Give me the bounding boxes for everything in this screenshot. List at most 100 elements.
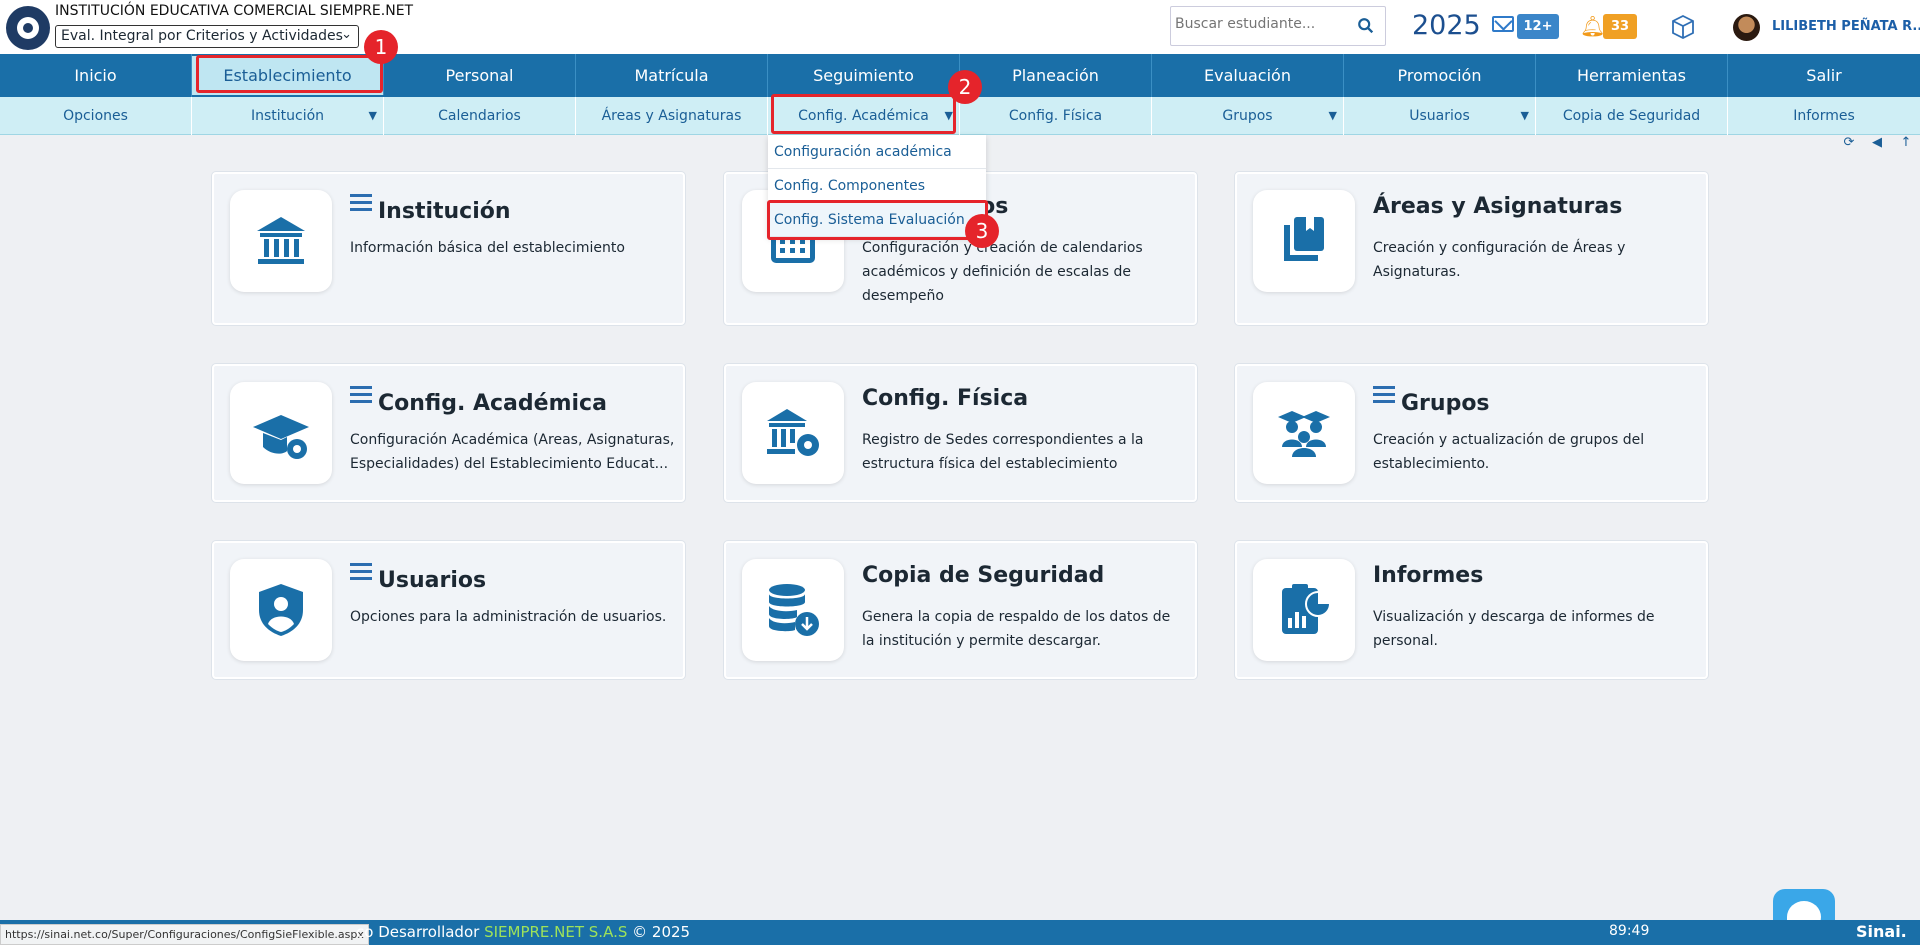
nav-seguimiento[interactable]: Seguimiento	[768, 54, 960, 97]
student-search	[1170, 6, 1386, 46]
caret-down-icon: ▼	[1520, 109, 1529, 122]
highlight-box-establecimiento	[196, 55, 383, 93]
subnav-label: Áreas y Asignaturas	[601, 108, 742, 124]
nav-herramientas[interactable]: Herramientas	[1536, 54, 1728, 97]
card-description: Configuración Académica (Areas, Asignatu…	[350, 432, 675, 472]
messages-badge[interactable]: 12+	[1517, 14, 1559, 39]
up-arrow-icon[interactable]: ↑	[1899, 136, 1913, 150]
nav-matricula[interactable]: Matrícula	[576, 54, 768, 97]
institution-name: INSTITUCIÓN EDUCATIVA COMERCIAL SIEMPRE.…	[55, 3, 414, 19]
card-config-fisica[interactable]: Config. Física Registro de Sedes corresp…	[724, 364, 1197, 502]
card-grupos[interactable]: Grupos Creación y actualización de grupo…	[1235, 364, 1708, 502]
subnav-grupos[interactable]: Grupos ▼	[1152, 97, 1344, 135]
session-timer: 89:49	[1609, 923, 1650, 939]
sinai-logo: Sinai.	[1856, 922, 1907, 941]
dropdown-item-configuracion-academica[interactable]: Configuración académica	[768, 135, 986, 169]
caret-down-icon: ▼	[1328, 109, 1337, 122]
card-areas-asignaturas[interactable]: Áreas y Asignaturas Creación y configura…	[1235, 172, 1708, 325]
developer-prefix: co Desarrollador	[356, 923, 480, 941]
card-title: Áreas y Asignaturas	[1373, 194, 1623, 219]
nav-inicio[interactable]: Inicio	[0, 54, 192, 97]
notifications-badge[interactable]: 33	[1603, 14, 1637, 39]
status-url: https://sinai.net.co/Super/Configuracion…	[0, 924, 369, 945]
card-title: Informes	[1373, 563, 1484, 588]
subnav-calendarios[interactable]: Calendarios	[384, 97, 576, 135]
books-icon	[1253, 190, 1355, 292]
menu-icon[interactable]	[350, 386, 372, 407]
subnav-label: Grupos	[1222, 108, 1273, 124]
refresh-icon[interactable]: ⟳	[1842, 136, 1856, 150]
subnav-label: Copia de Seguridad	[1562, 108, 1701, 124]
dropdown-item-config-componentes[interactable]: Config. Componentes	[768, 169, 986, 203]
card-title: Usuarios	[378, 568, 487, 593]
footer: https://sinai.net.co/Super/Configuracion…	[0, 920, 1920, 945]
nav-evaluacion[interactable]: Evaluación	[1152, 54, 1344, 97]
subnav-label: Usuarios	[1409, 108, 1470, 124]
subnav-label: Config. Física	[1008, 108, 1103, 124]
card-description: Creación y configuración de Áreas y Asig…	[1373, 240, 1626, 280]
top-header: INSTITUCIÓN EDUCATIVA COMERCIAL SIEMPRE.…	[0, 0, 1920, 54]
card-copia-seguridad[interactable]: Copia de Seguridad Genera la copia de re…	[724, 541, 1197, 679]
card-title: Grupos	[1401, 391, 1490, 416]
eval-mode-value: Eval. Integral por Criterios y Actividad…	[61, 28, 343, 44]
user-shield-icon	[230, 559, 332, 661]
card-title: Institución	[378, 199, 511, 224]
card-description: Registro de Sedes correspondientes a la …	[862, 432, 1144, 472]
nav-salir[interactable]: Salir	[1728, 54, 1920, 97]
card-title: Config. Académica	[378, 391, 607, 416]
nav-personal[interactable]: Personal	[384, 54, 576, 97]
card-description: Información básica del establecimiento	[350, 240, 625, 256]
students-group-icon	[1253, 382, 1355, 484]
subnav-informes[interactable]: Informes	[1728, 97, 1920, 135]
card-description: Opciones para la administración de usuar…	[350, 609, 667, 625]
eval-mode-select[interactable]: Eval. Integral por Criterios y Actividad…	[55, 25, 359, 48]
step-marker-1: 1	[364, 30, 398, 64]
card-description: Visualización y descarga de informes de …	[1373, 609, 1655, 649]
nav-promocion[interactable]: Promoción	[1344, 54, 1536, 97]
card-config-academica[interactable]: Config. Académica Configuración Académic…	[212, 364, 685, 502]
subnav-copia-seguridad[interactable]: Copia de Seguridad	[1536, 97, 1728, 135]
report-chart-icon	[1253, 559, 1355, 661]
chevron-down-icon: ⌄	[341, 27, 352, 42]
subnav-areas-asignaturas[interactable]: Áreas y Asignaturas	[576, 97, 768, 135]
highlight-box-config-sistema-evaluacion	[767, 200, 988, 240]
subnav-label: Institución	[250, 108, 325, 124]
subnav-config-fisica[interactable]: Config. Física	[960, 97, 1152, 135]
institution-logo-icon[interactable]	[6, 6, 50, 50]
school-year[interactable]: 2025	[1412, 10, 1481, 41]
menu-icon[interactable]	[350, 563, 372, 584]
card-title: Copia de Seguridad	[862, 563, 1105, 588]
cube-icon[interactable]	[1670, 14, 1696, 46]
card-usuarios[interactable]: Usuarios Opciones para la administración…	[212, 541, 685, 679]
avatar[interactable]	[1733, 14, 1760, 41]
card-description: Configuración y creación de calendarios …	[862, 240, 1143, 304]
step-marker-3: 3	[965, 214, 999, 248]
copyright: © 2025	[632, 923, 691, 941]
subnav-label: Opciones	[63, 108, 128, 124]
card-description: Creación y actualización de grupos del e…	[1373, 432, 1645, 472]
menu-icon[interactable]	[1373, 386, 1395, 407]
developer-brand[interactable]: SIEMPRE.NET S.A.S	[484, 923, 627, 941]
nav-planeacion[interactable]: Planeación	[960, 54, 1152, 97]
subnav-opciones[interactable]: Opciones	[0, 97, 192, 135]
card-institucion[interactable]: Institución Información básica del estab…	[212, 172, 685, 325]
menu-icon[interactable]	[350, 194, 372, 215]
card-title: Config. Física	[862, 386, 1029, 411]
institution-icon	[230, 190, 332, 292]
highlight-box-config-academica	[771, 94, 956, 134]
building-gear-icon	[742, 382, 844, 484]
bell-icon[interactable]: 🔔︎	[1580, 14, 1605, 38]
caret-down-icon: ▼	[368, 109, 377, 122]
search-icon[interactable]	[1357, 17, 1375, 35]
card-description: Genera la copia de respaldo de los datos…	[862, 609, 1171, 649]
developer-credit: co Desarrollador SIEMPRE.NET S.A.S © 202…	[356, 923, 690, 941]
mail-icon[interactable]	[1492, 16, 1514, 32]
subnav-usuarios[interactable]: Usuarios ▼	[1344, 97, 1536, 135]
card-informes[interactable]: Informes Visualización y descarga de inf…	[1235, 541, 1708, 679]
search-input[interactable]	[1175, 16, 1355, 32]
subnav-label: Calendarios	[438, 108, 521, 124]
subnav-institucion[interactable]: Institución ▼	[192, 97, 384, 135]
back-circle-icon[interactable]: ◀	[1870, 136, 1884, 150]
step-marker-2: 2	[948, 70, 982, 104]
user-name[interactable]: LILIBETH PEÑATA R...	[1772, 19, 1920, 34]
